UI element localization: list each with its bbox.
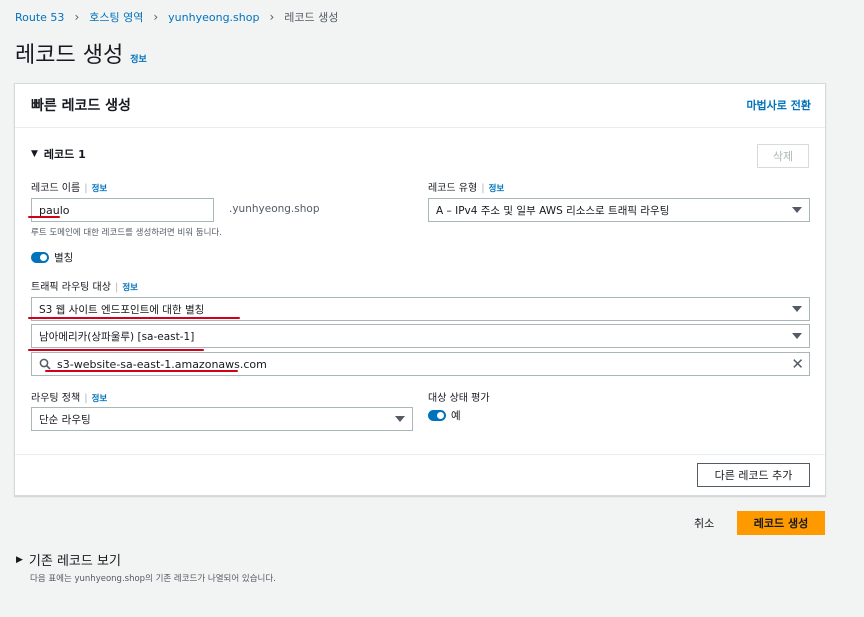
create-record-button[interactable]: 레코드 생성 xyxy=(737,511,825,535)
record-type-value: A – IPv4 주소 및 일부 AWS 리소스로 트래픽 라우팅 xyxy=(436,204,670,217)
search-icon xyxy=(39,358,51,370)
routing-target-info-link[interactable]: 정보 xyxy=(122,283,138,293)
add-record-button[interactable]: 다른 레코드 추가 xyxy=(697,463,810,487)
routing-policy-info-link[interactable]: 정보 xyxy=(92,394,108,404)
divider xyxy=(15,454,825,455)
existing-records-description: 다음 표에는 yunhyeong.shop의 기존 레코드가 나열되어 있습니다… xyxy=(30,574,276,584)
annotation-underline xyxy=(45,370,238,372)
breadcrumb-current: 레코드 생성 xyxy=(284,11,339,24)
endpoint-type-value: S3 웹 사이트 엔드포인트에 대한 별칭 xyxy=(39,303,205,316)
chevron-right-icon: › xyxy=(74,10,80,24)
endpoint-search-input[interactable]: s3-website-sa-east-1.amazonaws.com ✕ xyxy=(31,352,810,376)
page-title: 레코드 생성 정보 xyxy=(15,37,147,69)
region-value: 남아메리카(상파울루) [sa-east-1] xyxy=(39,330,195,343)
page-info-link[interactable]: 정보 xyxy=(130,55,147,65)
alias-toggle-row: 별칭 xyxy=(31,250,73,265)
health-eval-value: 예 xyxy=(451,410,461,422)
annotation-underline xyxy=(28,349,204,351)
breadcrumb: Route 53 › 호스팅 영역 › yunhyeong.shop › 레코드… xyxy=(15,9,338,25)
annotation-underline xyxy=(28,216,60,218)
chevron-right-icon: › xyxy=(269,10,275,24)
page-title-text: 레코드 생성 xyxy=(15,43,124,68)
chevron-down-icon xyxy=(792,306,802,312)
existing-records-title: 기존 레코드 보기 xyxy=(28,554,121,569)
existing-records-toggle[interactable]: ▶ 기존 레코드 보기 xyxy=(16,550,121,569)
panel-title: 빠른 레코드 생성 xyxy=(31,98,131,114)
record-name-input[interactable]: paulo xyxy=(31,198,214,222)
caret-down-icon: ▼ xyxy=(31,149,38,159)
breadcrumb-domain[interactable]: yunhyeong.shop xyxy=(168,11,259,24)
record-section-toggle[interactable]: ▼ 레코드 1 xyxy=(31,146,86,162)
health-eval-toggle-row: 예 xyxy=(428,408,461,423)
routing-policy-value: 단순 라우팅 xyxy=(39,413,91,426)
chevron-down-icon xyxy=(792,333,802,339)
switch-to-wizard-link[interactable]: 마법사로 전환 xyxy=(746,97,811,113)
domain-suffix: .yunhyeong.shop xyxy=(229,203,320,215)
chevron-down-icon xyxy=(792,207,802,213)
record-type-label: 레코드 유형 | 정보 xyxy=(428,183,505,194)
chevron-right-icon: › xyxy=(153,10,159,24)
record-type-select[interactable]: A – IPv4 주소 및 일부 AWS 리소스로 트래픽 라우팅 xyxy=(428,198,810,222)
record-section-label: 레코드 1 xyxy=(43,148,86,161)
cancel-button[interactable]: 취소 xyxy=(694,515,714,531)
alias-label: 별칭 xyxy=(54,252,74,264)
annotation-underline xyxy=(28,317,240,319)
quick-create-panel: 빠른 레코드 생성 마법사로 전환 ▼ 레코드 1 삭제 레코드 이름 | 정보 p… xyxy=(14,83,826,496)
routing-policy-label: 라우팅 정책 | 정보 xyxy=(31,393,108,404)
endpoint-search-value: s3-website-sa-east-1.amazonaws.com xyxy=(57,357,267,371)
breadcrumb-hosted-zones[interactable]: 호스팅 영역 xyxy=(89,9,143,25)
health-eval-toggle[interactable] xyxy=(428,410,446,421)
delete-button[interactable]: 삭제 xyxy=(757,144,809,168)
breadcrumb-route53[interactable]: Route 53 xyxy=(15,11,64,24)
routing-policy-select[interactable]: 단순 라우팅 xyxy=(31,407,413,431)
record-name-label: 레코드 이름 | 정보 xyxy=(31,183,108,194)
region-select[interactable]: 남아메리카(상파울루) [sa-east-1] xyxy=(31,324,810,348)
record-name-hint: 루트 도메인에 대한 레코드를 생성하려면 비워 둡니다. xyxy=(31,228,222,238)
routing-target-label: 트래픽 라우팅 대상 | 정보 xyxy=(31,282,138,293)
health-eval-label: 대상 상태 평가 xyxy=(428,393,490,404)
record-type-info-link[interactable]: 정보 xyxy=(489,184,505,194)
clear-icon[interactable]: ✕ xyxy=(791,356,804,372)
caret-right-icon: ▶ xyxy=(16,554,23,565)
panel-header: 빠른 레코드 생성 마법사로 전환 xyxy=(15,84,825,128)
alias-toggle[interactable] xyxy=(31,252,49,263)
chevron-down-icon xyxy=(395,416,405,422)
record-name-info-link[interactable]: 정보 xyxy=(92,184,108,194)
